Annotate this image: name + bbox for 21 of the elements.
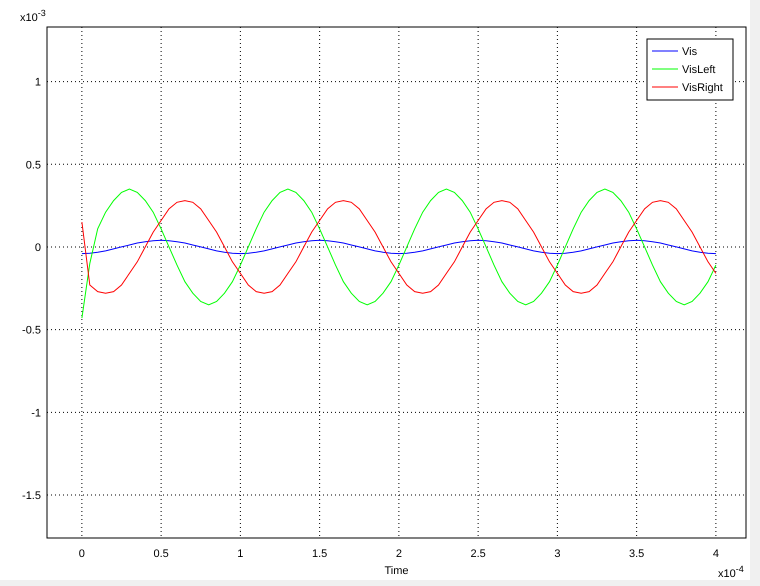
x-tick-label: 0.5 <box>153 548 169 560</box>
x-tick-label: 3 <box>554 548 560 560</box>
y-exponent-label: x10$^{-3}$ <box>20 8 46 24</box>
y-tick-label: -1 <box>31 407 41 420</box>
legend-label: VisRight <box>682 82 723 94</box>
y-tick-label: -0.5 <box>22 324 41 337</box>
legend-label: Vis <box>682 46 698 58</box>
legend-label: VisLeft <box>682 64 716 76</box>
y-tick-label: 0 <box>34 242 41 254</box>
x-tick-label: 2 <box>396 548 402 560</box>
x-tick-label: 4 <box>712 548 719 560</box>
x-axis-label: Time <box>384 565 409 577</box>
y-tick-label: -1.5 <box>22 490 41 502</box>
x-tick-label: 0 <box>78 548 85 560</box>
x-tick-label: 2.5 <box>470 548 486 560</box>
x-tick-label: 3.5 <box>628 548 644 560</box>
x-tick-label: 1.5 <box>312 548 328 560</box>
x-tick-label: 1 <box>237 548 244 560</box>
x-exponent-label: x10$^{-4}$ <box>718 564 744 580</box>
y-tick-label: 1 <box>34 76 41 89</box>
y-tick-label: 0.5 <box>26 159 41 172</box>
